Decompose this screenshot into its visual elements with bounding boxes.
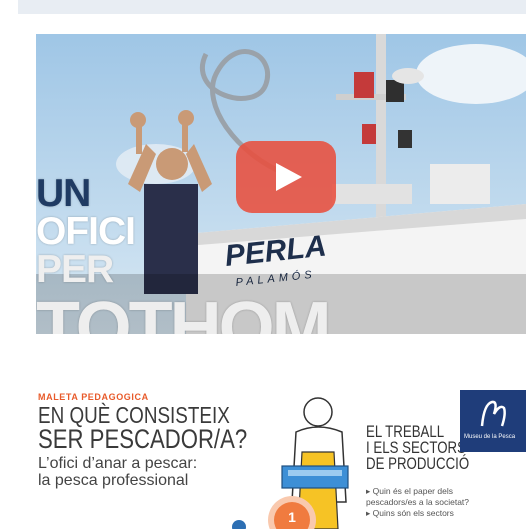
museum-logo-icon	[480, 400, 506, 427]
play-icon	[276, 163, 302, 191]
video-title-line-1: UN	[36, 172, 91, 215]
video-player[interactable]: PERLA PALAMÓS UN OFICI PER TOTHOM	[36, 34, 526, 334]
decorative-dot	[232, 520, 246, 529]
kit-kicker: MALETA PEDAGOGICA	[38, 392, 149, 402]
video-title-line-2: OFICI	[36, 210, 136, 253]
question-1-line-2: pescadors/es a la societat?	[366, 497, 470, 507]
play-button[interactable]	[236, 141, 336, 213]
kit-heading: EN QUÈ CONSISTEIX SER PESCADOR/A?	[38, 402, 248, 454]
museum-logo[interactable]: Museu de la Pesca	[460, 390, 526, 452]
kit-heading-line-2: SER PESCADOR/A?	[38, 424, 248, 454]
top-banner-strip	[18, 0, 526, 14]
video-title-line-3: PER	[36, 248, 114, 291]
video-title-line-4: TOTHOM	[36, 288, 332, 334]
kit-heading-line-1: EN QUÈ CONSISTEIX	[38, 402, 230, 428]
museum-logo-text: Museu de la Pesca	[464, 434, 516, 440]
question-2-line-1: ▸ Quins són els sectors	[366, 508, 454, 518]
kit-subtitle-line-1: L’ofici d’anar a pescar:	[38, 455, 198, 472]
kit-subtitle-line-2: la pesca professional	[38, 472, 189, 489]
educational-kit-card[interactable]: MALETA PEDAGOGICA EN QUÈ CONSISTEIX SER …	[36, 382, 526, 529]
kit-subtitle: L’ofici d’anar a pescar: la pesca profes…	[38, 455, 197, 489]
section-heading: EL TREBALL I ELS SECTORS DE PRODUCCIÓ	[366, 423, 470, 473]
question-1-line-1: ▸ Quin és el paper dels	[366, 486, 453, 496]
section-heading-line-3: DE PRODUCCIÓ	[366, 454, 470, 473]
question-list: ▸ Quin és el paper dels pescadors/es a l…	[366, 486, 469, 519]
